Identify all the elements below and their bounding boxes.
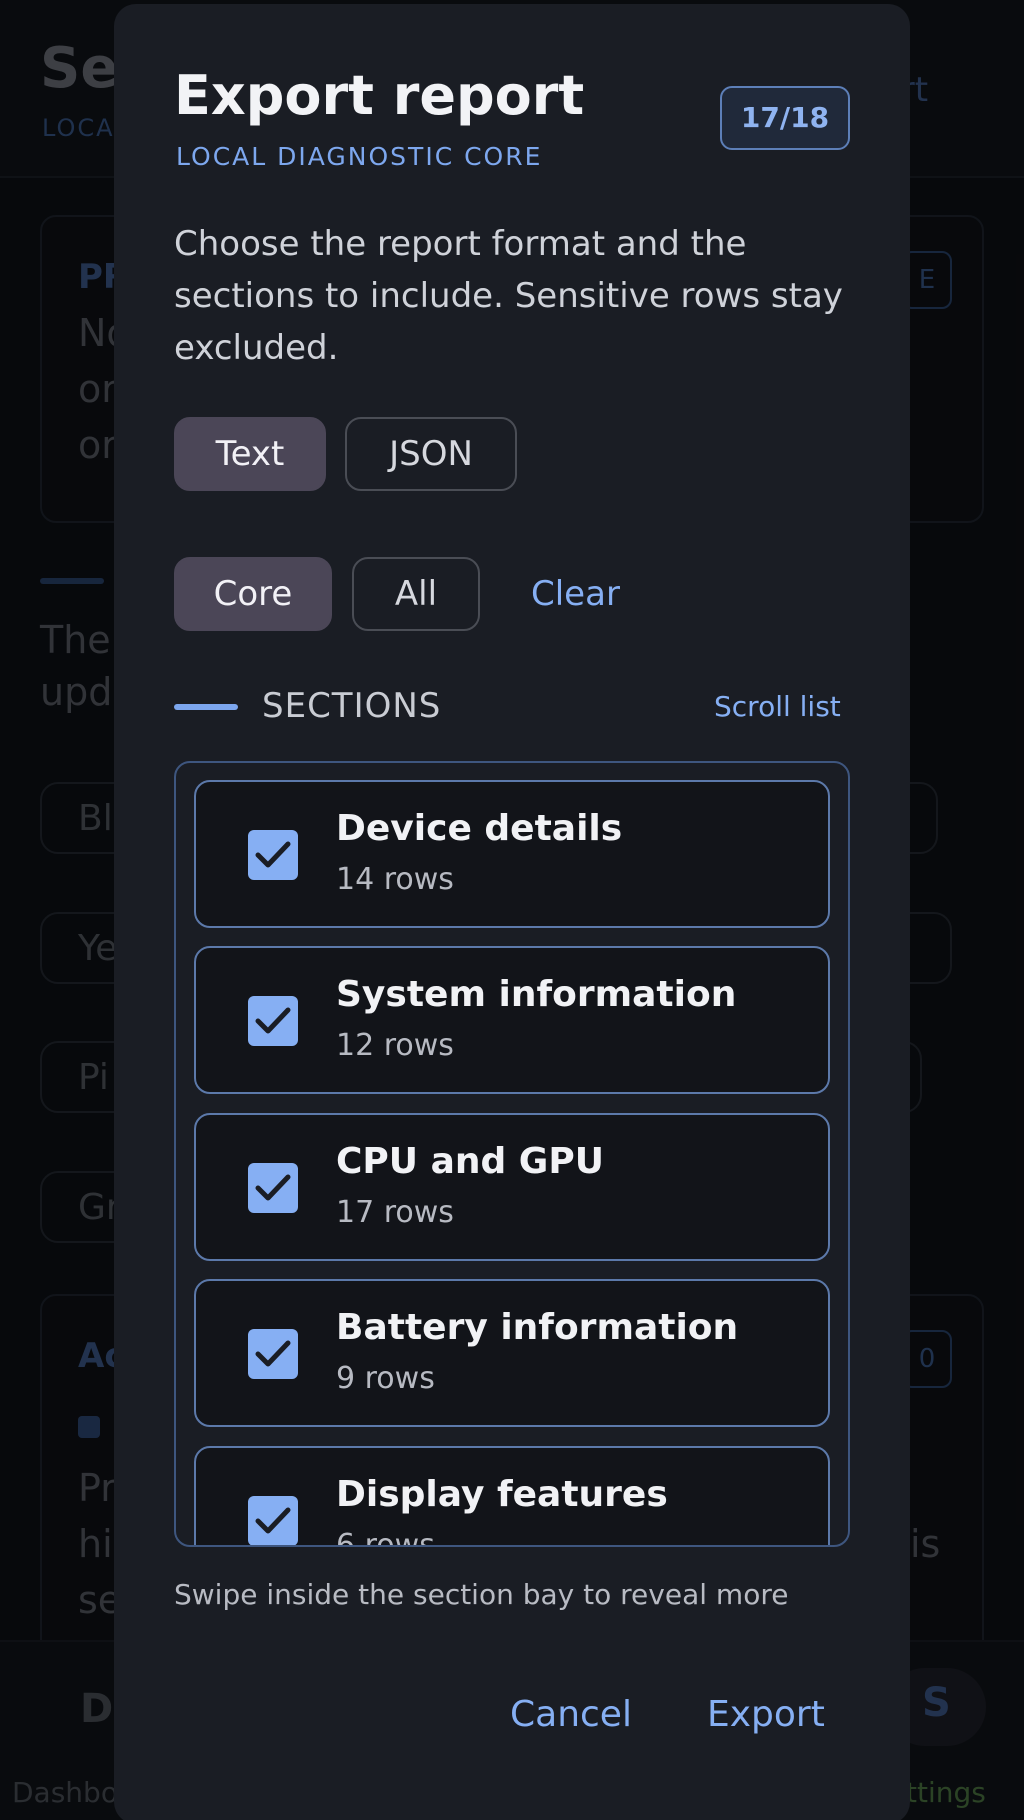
check-icon[interactable]: [248, 1496, 298, 1545]
sections-accent: [174, 704, 238, 710]
section-count: 6 rows: [336, 1528, 435, 1547]
export-button[interactable]: Export: [707, 1694, 825, 1735]
section-title: Device details: [336, 808, 623, 849]
check-icon[interactable]: [248, 830, 298, 880]
section-title: Battery information: [336, 1307, 739, 1348]
section-bay[interactable]: Device details 14 rows System informatio…: [174, 761, 850, 1547]
section-row-battery-information[interactable]: Battery information 9 rows: [194, 1279, 830, 1427]
section-row-system-information[interactable]: System information 12 rows: [194, 946, 830, 1094]
section-count: 17 rows: [336, 1195, 454, 1230]
check-icon[interactable]: [248, 996, 298, 1046]
scroll-list-link[interactable]: Scroll list: [714, 690, 841, 723]
section-count: 14 rows: [336, 862, 454, 897]
section-title: CPU and GPU: [336, 1141, 604, 1182]
section-count: 12 rows: [336, 1028, 454, 1063]
swipe-hint: Swipe inside the section bay to reveal m…: [174, 1578, 789, 1611]
dialog-description: Choose the report format and the section…: [174, 224, 843, 368]
check-icon[interactable]: [248, 1329, 298, 1379]
section-row-cpu-gpu[interactable]: CPU and GPU 17 rows: [194, 1113, 830, 1261]
export-report-dialog: Export report LOCAL DIAGNOSTIC CORE 17/1…: [114, 4, 910, 1820]
format-text-button[interactable]: Text: [174, 417, 326, 491]
section-row-display-features[interactable]: Display features 6 rows: [194, 1446, 830, 1547]
check-icon[interactable]: [248, 1163, 298, 1213]
step-badge: 17/18: [720, 86, 850, 150]
cancel-button[interactable]: Cancel: [510, 1694, 632, 1735]
section-title: Display features: [336, 1474, 668, 1515]
section-row-device-details[interactable]: Device details 14 rows: [194, 780, 830, 928]
clear-button[interactable]: Clear: [531, 574, 620, 614]
section-count: 9 rows: [336, 1361, 435, 1396]
dialog-subtitle: LOCAL DIAGNOSTIC CORE: [176, 142, 543, 171]
dialog-title: Export report: [174, 64, 585, 127]
preset-all-button[interactable]: All: [352, 557, 480, 631]
sections-header: SECTIONS: [262, 686, 442, 726]
preset-core-button[interactable]: Core: [174, 557, 332, 631]
section-title: System information: [336, 974, 737, 1015]
format-json-button[interactable]: JSON: [345, 417, 517, 491]
